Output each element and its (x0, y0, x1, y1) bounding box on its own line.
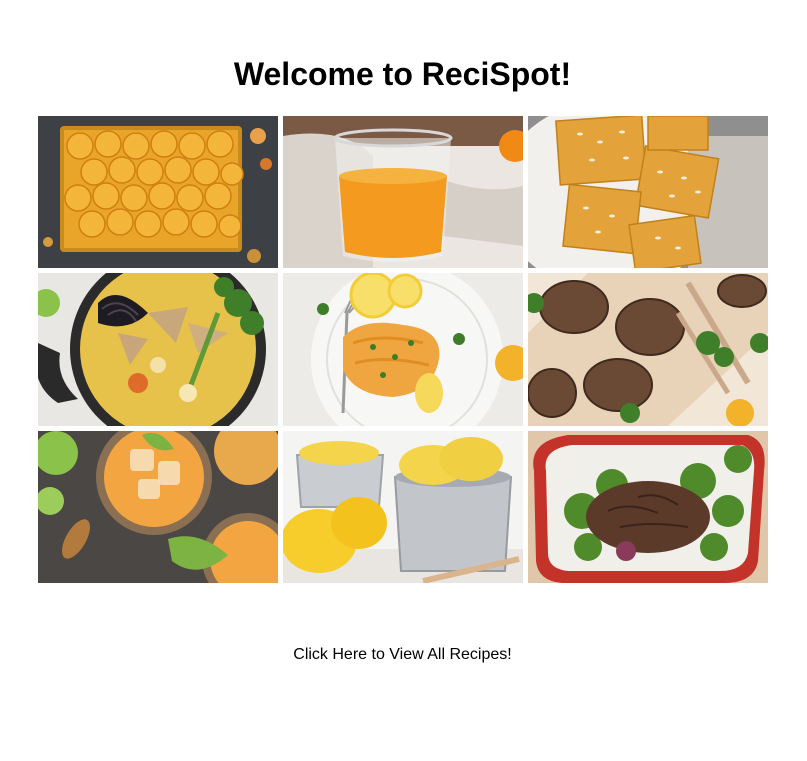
recipe-tile-curry-noodles[interactable] (38, 273, 278, 426)
orange-juice-image (283, 116, 523, 268)
recipe-tile-lamb-chops[interactable] (528, 273, 768, 426)
turmeric-drinks-image (38, 431, 278, 583)
lemon-sorbet-image (283, 431, 523, 583)
recipe-tile-lemon-sorbet[interactable] (283, 431, 523, 583)
recipe-tile-fish-lemon[interactable] (283, 273, 523, 426)
curry-noodles-image (38, 273, 278, 426)
orange-cake-image (38, 116, 278, 268)
view-all-recipes-link[interactable]: Click Here to View All Recipes! (0, 645, 805, 665)
recipe-tile-orange-juice[interactable] (283, 116, 523, 268)
cornbread-image (528, 116, 768, 268)
recipe-tile-beef-salad[interactable] (528, 431, 768, 583)
recipe-gallery (38, 116, 768, 583)
page-title: Welcome to ReciSpot! (233, 56, 572, 92)
beef-salad-image (528, 431, 768, 583)
lamb-chops-image (528, 273, 768, 426)
fish-lemon-image (283, 273, 523, 426)
recipe-tile-orange-cake[interactable] (38, 116, 278, 268)
recipe-tile-turmeric-drinks[interactable] (38, 431, 278, 583)
recipe-tile-cornbread[interactable] (528, 116, 768, 268)
